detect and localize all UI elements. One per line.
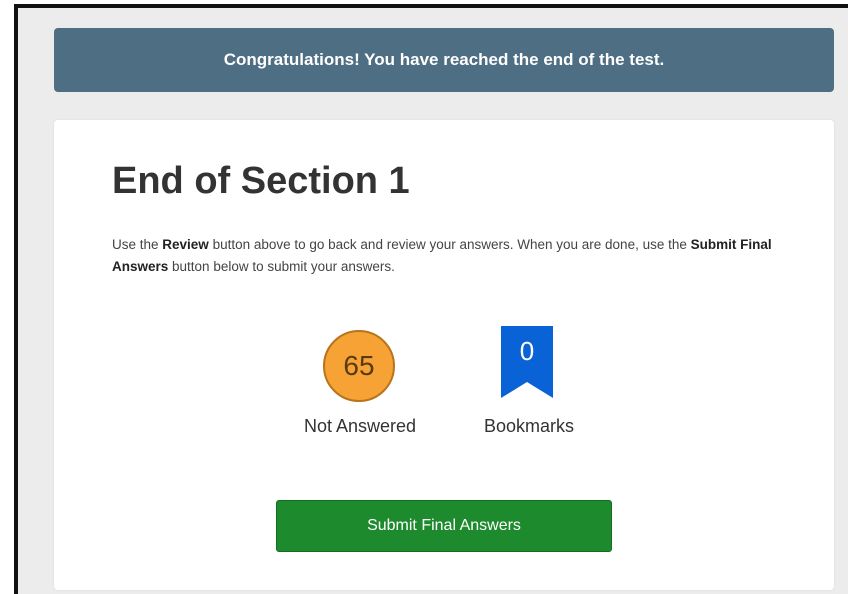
instructions-part-1: Use the <box>112 237 163 252</box>
app-window: Congratulations! You have reached the en… <box>14 4 848 594</box>
not-answered-label: Not Answered <box>303 416 417 436</box>
section-title: End of Section 1 <box>112 160 410 202</box>
instructions-part-2: button above to go back and review your … <box>208 237 691 252</box>
bookmarks-count: 0 <box>519 336 535 366</box>
bookmarks-label: Bookmarks <box>483 416 575 436</box>
instructions-review-keyword: Review <box>162 237 209 252</box>
not-answered-count: 65 <box>343 350 375 381</box>
not-answered-count-badge[interactable]: 65 <box>323 330 395 402</box>
instructions-text: Use the Review button above to go back a… <box>112 234 772 278</box>
section-summary-card: End of Section 1 Use the Review button a… <box>54 120 834 590</box>
instructions-part-3: button below to submit your answers. <box>168 259 395 274</box>
completion-banner: Congratulations! You have reached the en… <box>54 28 834 92</box>
banner-message: Congratulations! You have reached the en… <box>223 50 665 69</box>
bookmark-icon[interactable]: 0 <box>499 326 555 398</box>
submit-final-answers-button[interactable]: Submit Final Answers <box>276 500 612 552</box>
